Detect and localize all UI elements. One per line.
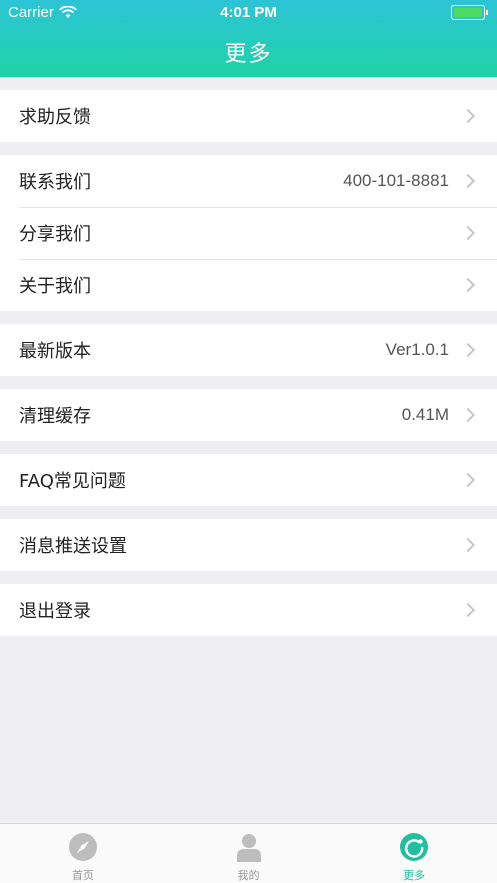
row-logout[interactable]: 退出登录 [0,584,497,636]
phone-number: 400-101-8881 [343,171,449,190]
section-logout: 退出登录 [0,584,497,636]
row-about-us[interactable]: 关于我们 [0,259,497,311]
row-latest-version[interactable]: 最新版本 Ver1.0.1 [0,324,497,376]
chevron-right-icon [460,342,476,358]
row-label: 清理缓存 [19,406,91,427]
section-contact: 联系我们 400-101-8881 分享我们 关于我们 [0,155,497,311]
chevron-right-icon [460,537,476,553]
chevron-right-icon [460,225,476,241]
row-push-settings[interactable]: 消息推送设置 [0,519,497,571]
tab-label: 我的 [237,869,260,882]
chevron-right-icon [460,472,476,488]
row-help-feedback[interactable]: 求助反馈 [0,90,497,142]
row-label: 最新版本 [19,341,91,362]
tab-mine[interactable]: 我的 [166,824,332,883]
row-clear-cache[interactable]: 清理缓存 0.41M [0,389,497,441]
row-label: 退出登录 [19,601,91,622]
person-icon [233,831,265,863]
version-value: Ver1.0.1 [385,340,449,359]
nav-header: Carrier 4:01 PM 更多 [0,0,497,77]
tab-label: 更多 [403,869,426,882]
page-title: 更多 [224,42,273,67]
chevron-right-icon [460,108,476,124]
refresh-icon [398,831,430,863]
section-faq: FAQ常见问题 [0,454,497,506]
row-label: 关于我们 [19,276,91,297]
row-label: 求助反馈 [19,107,91,128]
battery-icon [451,5,488,20]
chevron-right-icon [460,173,476,189]
row-label: FAQ常见问题 [19,471,126,492]
section-push: 消息推送设置 [0,519,497,571]
compass-icon [67,831,99,863]
row-label: 消息推送设置 [19,536,127,557]
settings-list: 求助反馈 联系我们 400-101-8881 分享我们 关于我们 最新版本 Ve… [0,77,497,636]
section-version: 最新版本 Ver1.0.1 [0,324,497,376]
chevron-right-icon [460,407,476,423]
row-label: 联系我们 [19,172,91,193]
row-faq[interactable]: FAQ常见问题 [0,454,497,506]
status-bar: Carrier 4:01 PM [0,0,497,26]
status-time: 4:01 PM [220,4,277,21]
section-help: 求助反馈 [0,90,497,142]
row-contact-us[interactable]: 联系我们 400-101-8881 [0,155,497,207]
section-cache: 清理缓存 0.41M [0,389,497,441]
tab-bar: 首页 我的 更多 [0,823,497,883]
chevron-right-icon [460,277,476,293]
tab-home[interactable]: 首页 [0,824,166,883]
chevron-right-icon [460,602,476,618]
tab-label: 首页 [71,869,94,882]
cache-size: 0.41M [401,405,449,424]
row-share-us[interactable]: 分享我们 [0,207,497,259]
row-label: 分享我们 [19,224,91,245]
tab-more[interactable]: 更多 [331,824,497,883]
